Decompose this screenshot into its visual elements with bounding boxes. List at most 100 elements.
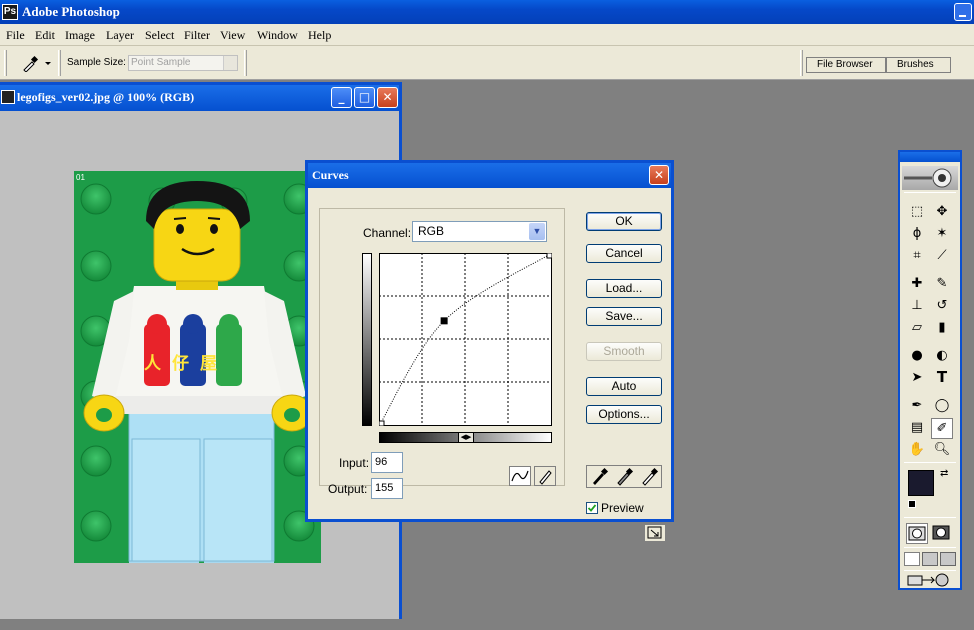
tool-preset-picker[interactable] xyxy=(20,54,52,73)
menu-select[interactable]: Select xyxy=(145,28,174,43)
options-divider xyxy=(244,50,247,76)
expand-icon xyxy=(647,526,662,539)
full-screen-menu-icon[interactable] xyxy=(922,552,938,566)
default-colors-icon[interactable] xyxy=(908,500,916,508)
menu-file[interactable]: File xyxy=(6,28,25,43)
ramp-toggle-icon[interactable]: ◀▶ xyxy=(458,432,474,443)
crop-tool-icon[interactable]: ⌗ xyxy=(906,246,928,267)
shirt-char-1: 人 xyxy=(144,354,172,374)
menu-view[interactable]: View xyxy=(220,28,245,43)
options-button[interactable]: Options... xyxy=(586,405,662,424)
options-divider xyxy=(58,50,61,76)
minimize-button[interactable] xyxy=(954,3,972,21)
shape-tool-icon[interactable]: ◯ xyxy=(931,396,953,417)
history-brush-tool-icon[interactable]: ↺ xyxy=(931,296,953,317)
menu-filter[interactable]: Filter xyxy=(184,28,210,43)
preview-label: Preview xyxy=(601,501,644,515)
path-select-tool-icon[interactable]: ➤ xyxy=(906,368,928,389)
swap-colors-icon[interactable]: ⇄ xyxy=(940,468,948,479)
load-button[interactable]: Load... xyxy=(586,279,662,298)
cancel-button[interactable]: Cancel xyxy=(586,244,662,263)
output-label: Output: xyxy=(328,482,368,496)
palette-well: File Browser Brushes xyxy=(804,50,974,76)
channel-value: RGB xyxy=(418,224,445,238)
curve-control-point[interactable] xyxy=(440,317,448,325)
move-tool-icon[interactable]: ✥ xyxy=(931,202,953,223)
channel-select[interactable]: RGB ▼ xyxy=(412,221,547,242)
doc-minimize-button[interactable]: _ xyxy=(331,87,352,108)
eraser-tool-icon[interactable]: ▱ xyxy=(906,318,928,339)
standard-screen-icon[interactable] xyxy=(904,552,920,566)
output-gradient-ramp xyxy=(362,253,372,426)
curves-close-button[interactable]: ✕ xyxy=(649,165,669,185)
eyedropper-tool-icon[interactable]: ✐ xyxy=(931,418,953,439)
black-point-eyedropper[interactable] xyxy=(587,466,612,487)
lasso-tool-icon[interactable]: ϕ xyxy=(906,224,928,245)
curve-control-point[interactable] xyxy=(379,420,385,426)
sample-size-select[interactable]: Point Sample xyxy=(128,55,238,71)
healing-tool-icon[interactable]: ✚ xyxy=(906,274,928,295)
input-label: Input: xyxy=(339,456,370,470)
toolbox-separator xyxy=(904,462,956,463)
marquee-tool-icon[interactable]: ⬚ xyxy=(906,202,928,223)
brush-tool-icon[interactable]: ✎ xyxy=(931,274,953,295)
doc-maximize-button[interactable]: □ xyxy=(354,87,375,108)
save-button[interactable]: Save... xyxy=(586,307,662,326)
output-field[interactable]: 155 xyxy=(371,478,403,499)
smooth-button[interactable]: Smooth xyxy=(586,342,662,361)
photoshop-logo-icon: Ps xyxy=(2,4,18,20)
doc-close-button[interactable]: ✕ xyxy=(377,87,398,108)
standard-mode-icon[interactable] xyxy=(906,523,928,544)
type-tool-icon[interactable]: T xyxy=(931,368,953,389)
app-title: Adobe Photoshop xyxy=(22,4,120,19)
white-point-eyedropper[interactable] xyxy=(637,466,662,487)
gradient-tool-icon[interactable]: ▮ xyxy=(931,318,953,339)
magic-wand-tool-icon[interactable]: ✶ xyxy=(931,224,953,245)
hand-tool-icon[interactable]: ✋ xyxy=(906,440,928,461)
jump-to-imageready-icon[interactable] xyxy=(906,573,954,587)
full-screen-icon[interactable] xyxy=(940,552,956,566)
document-titlebar[interactable]: legofigs_ver02.jpg @ 100% (RGB) _ □ ✕ xyxy=(0,85,399,111)
pen-tool-icon[interactable]: ✒ xyxy=(906,396,928,417)
dodge-tool-icon[interactable]: ◐ xyxy=(931,346,953,367)
pencil-tool[interactable] xyxy=(534,466,556,486)
menu-help[interactable]: Help xyxy=(308,28,331,43)
ok-button[interactable]: OK xyxy=(586,212,662,231)
chevron-down-icon xyxy=(223,56,237,70)
zoom-tool-icon[interactable]: 🔍︎ xyxy=(931,440,953,461)
auto-button[interactable]: Auto xyxy=(586,377,662,396)
menu-bar: File Edit Image Layer Select Filter View… xyxy=(0,24,974,46)
menu-edit[interactable]: Edit xyxy=(35,28,55,43)
gray-point-eyedropper[interactable] xyxy=(612,466,637,487)
brushes-tab[interactable]: Brushes xyxy=(886,57,951,73)
curve-graph[interactable] xyxy=(379,253,552,426)
input-field[interactable]: 96 xyxy=(371,452,403,473)
curve-control-point[interactable] xyxy=(546,253,552,259)
options-grip[interactable] xyxy=(4,50,7,76)
curve-point-tool[interactable] xyxy=(509,466,531,486)
blur-tool-icon[interactable]: ● xyxy=(906,346,928,367)
slice-tool-icon[interactable]: ⟋ xyxy=(931,246,953,267)
palette-well-grip xyxy=(800,50,803,76)
foreground-color-swatch[interactable] xyxy=(908,470,934,496)
quick-mask-icon[interactable] xyxy=(931,523,953,544)
toolbox: ⬚ ✥ ϕ ✶ ⌗ ⟋ ✚ ✎ ⊥ ↺ ▱ ▮ ● ◐ ➤ T ✒ ◯ ▤ ✐ ✋ 🔍︎ ⇄ xyxy=(898,150,962,590)
eyedropper-group xyxy=(586,465,662,488)
image-badge: 01 xyxy=(76,173,85,182)
sample-size-value: Point Sample xyxy=(131,57,191,68)
menu-layer[interactable]: Layer xyxy=(106,28,134,43)
toolbox-header[interactable] xyxy=(900,152,960,162)
curves-body: Channel: RGB ▼ ◀▶ Input: 96 Output: 155 xyxy=(308,188,671,542)
toolbox-separator xyxy=(904,570,956,571)
notes-tool-icon[interactable]: ▤ xyxy=(906,418,928,439)
curves-titlebar[interactable]: Curves ✕ xyxy=(308,163,671,188)
menu-window[interactable]: Window xyxy=(257,28,298,43)
preview-checkbox[interactable] xyxy=(586,502,598,514)
lego-figure-photo[interactable]: 01 人仔屋 xyxy=(74,171,321,563)
document-title: legofigs_ver02.jpg @ 100% (RGB) xyxy=(17,90,195,104)
adobe-online-icon[interactable] xyxy=(902,166,958,190)
file-browser-tab[interactable]: File Browser xyxy=(806,57,886,73)
menu-image[interactable]: Image xyxy=(65,28,95,43)
stamp-tool-icon[interactable]: ⊥ xyxy=(906,296,928,317)
expand-dialog-button[interactable] xyxy=(644,524,666,542)
